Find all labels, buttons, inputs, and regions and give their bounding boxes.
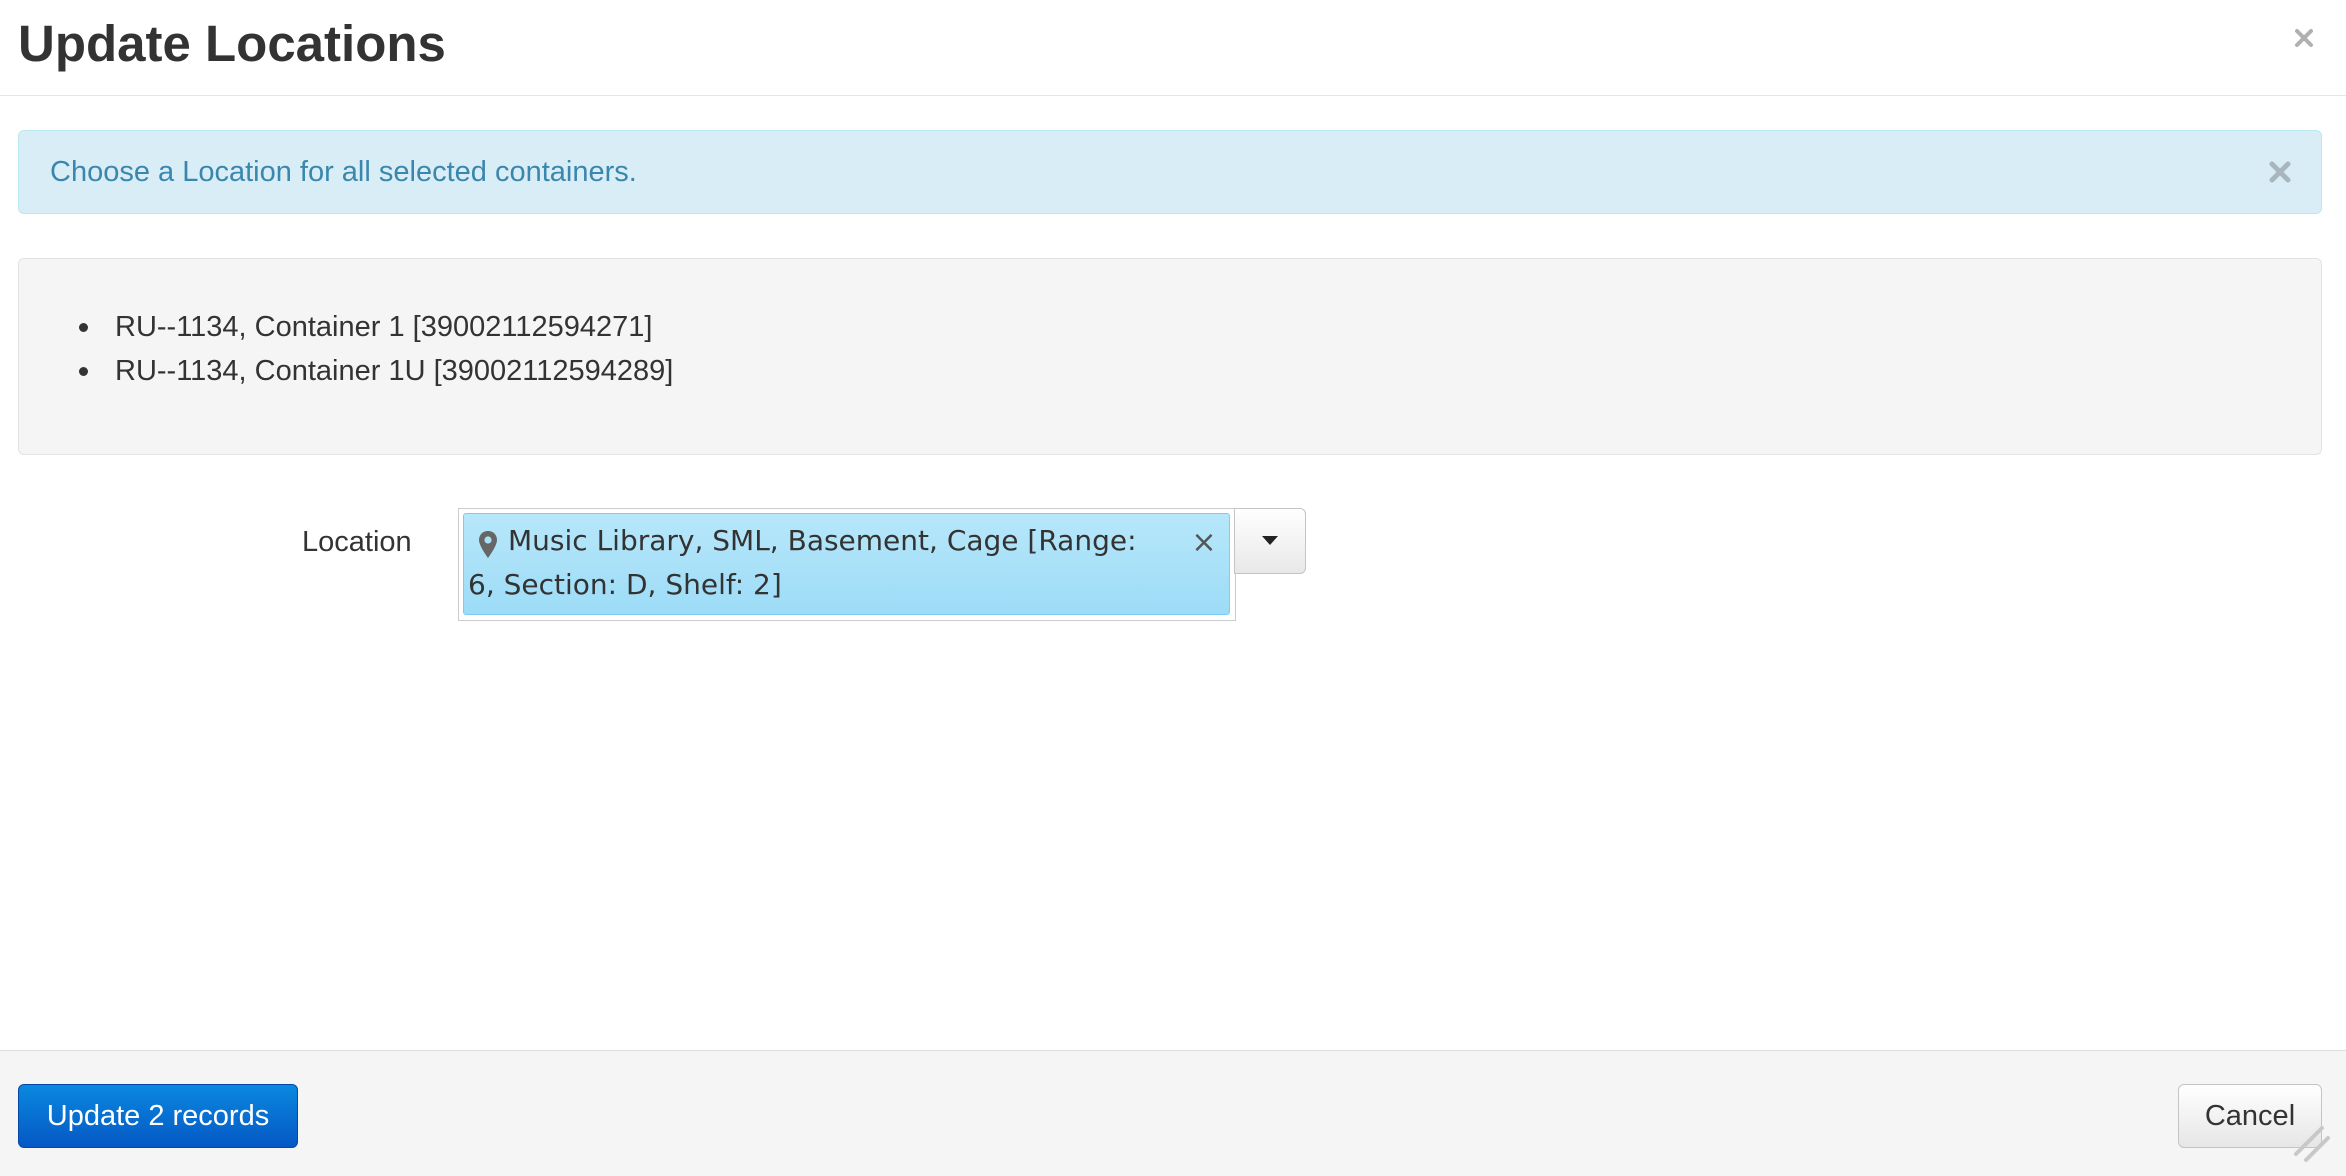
location-dropdown-button[interactable] <box>1234 508 1306 574</box>
remove-token-icon[interactable]: × <box>1189 528 1219 558</box>
list-item: RU--1134, Container 1 [39002112594271] <box>79 305 673 349</box>
update-records-button[interactable]: Update 2 records <box>18 1084 298 1148</box>
modal-title: Update Locations <box>18 15 446 72</box>
record-list: RU--1134, Container 1 [39002112594271] R… <box>79 305 673 393</box>
location-select-field[interactable]: Music Library, SML, Basement, Cage [Rang… <box>458 508 1236 621</box>
caret-down-icon <box>1262 536 1278 545</box>
modal-header: Update Locations <box>0 0 2346 96</box>
update-locations-modal: Update Locations Choose a Location for a… <box>0 0 2346 1176</box>
close-icon[interactable] <box>2284 18 2324 58</box>
location-label: Location <box>302 526 412 558</box>
resize-handle-icon[interactable] <box>2288 1120 2334 1166</box>
list-item: RU--1134, Container 1U [39002112594289] <box>79 349 673 393</box>
selected-location-text: Music Library, SML, Basement, Cage [Rang… <box>468 524 1137 601</box>
modal-footer: Update 2 records Cancel <box>0 1050 2346 1176</box>
alert-message: Choose a Location for all selected conta… <box>50 156 637 188</box>
selected-location-token[interactable]: Music Library, SML, Basement, Cage [Rang… <box>463 513 1230 615</box>
info-alert: Choose a Location for all selected conta… <box>18 130 2322 214</box>
selected-records-panel: RU--1134, Container 1 [39002112594271] R… <box>18 258 2322 455</box>
alert-close-icon[interactable] <box>2263 155 2297 189</box>
